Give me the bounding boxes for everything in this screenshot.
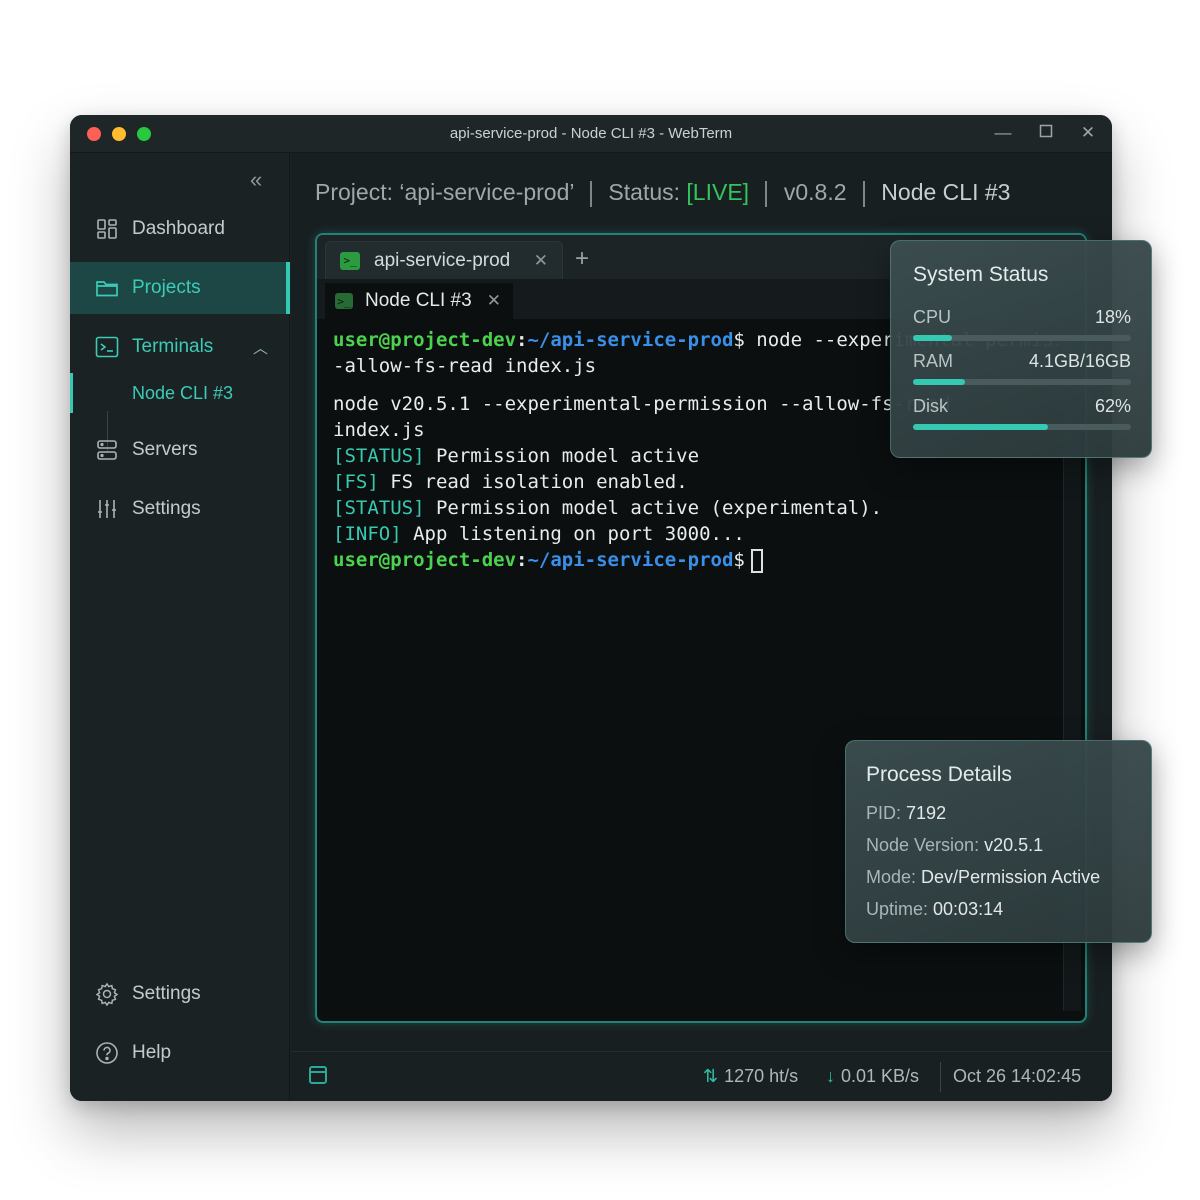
project-label: Project: xyxy=(315,179,393,205)
tab-label: Node CLI #3 xyxy=(365,290,472,311)
download-rate: ↓ 0.01 KB/s xyxy=(826,1066,920,1086)
sidebar-item-terminals[interactable]: Terminals ︿ xyxy=(70,321,290,373)
terminal-icon xyxy=(94,334,120,360)
dashboard-icon xyxy=(94,216,120,242)
uptime-row: Uptime: 00:03:14 xyxy=(866,899,1004,919)
project-header: Project: ‘api-service-prod’ Status: [LIV… xyxy=(315,179,1010,207)
sidebar-item-label: Settings xyxy=(132,983,201,1004)
metric-value: 62% xyxy=(1094,396,1131,416)
window-title: api-service-prod - Node CLI #3 - WebTerm xyxy=(449,125,733,142)
metric-bar xyxy=(913,379,1131,385)
sidebar-item-settings[interactable]: Settings xyxy=(70,483,290,535)
title-bar: api-service-prod - Node CLI #3 - WebTerm… xyxy=(70,115,1112,153)
metric-label: RAM xyxy=(913,351,953,371)
add-tab-icon[interactable]: + xyxy=(575,245,589,273)
tab-label: api-service-prod xyxy=(374,249,511,271)
close-tab-icon[interactable]: ✕ xyxy=(487,291,501,311)
terminal-line: user@project-dev:~/api-service-prod$ xyxy=(333,547,1059,573)
process-details-card: Process Details PID: 7192 Node Version: … xyxy=(845,740,1152,943)
log-tag: [STATUS] xyxy=(333,445,425,467)
datetime: Oct 26 14:02:45 xyxy=(953,1066,1082,1086)
sidebar-item-node-cli-3[interactable]: Node CLI #3 xyxy=(70,373,290,413)
prompt-user: user@project-dev xyxy=(333,549,517,571)
sidebar-item-label: Settings xyxy=(132,498,201,519)
maximize-icon[interactable] xyxy=(1036,123,1056,143)
metric-bar-fill xyxy=(913,335,953,341)
sidebar-item-label: Help xyxy=(132,1042,172,1063)
log-message: Permission model active (experimental). xyxy=(435,497,883,519)
mode-row: Mode: Dev/Permission Active xyxy=(866,867,1101,887)
arrow-down-icon: ↓ xyxy=(826,1066,835,1086)
help-icon xyxy=(94,1040,120,1066)
tab-api-service-prod[interactable]: >_ api-service-prod ✕ xyxy=(325,241,563,279)
log-message: FS read isolation enabled. xyxy=(390,471,688,493)
close-tab-icon[interactable]: ✕ xyxy=(534,251,548,271)
server-icon xyxy=(94,437,120,463)
pid-row: PID: 7192 xyxy=(866,803,947,823)
metric-value: 18% xyxy=(1094,307,1131,327)
sidebar-item-label: Projects xyxy=(132,277,201,298)
sidebar-item-servers[interactable]: Servers xyxy=(70,424,290,476)
prompt-path: ~/api-service-prod xyxy=(527,549,734,571)
sidebar-bottom-help[interactable]: Help xyxy=(70,1027,290,1079)
log-tag: [FS] xyxy=(333,471,379,493)
metric-bar xyxy=(913,424,1131,430)
system-status-card: System Status CPU 18% RAM 4.1GB/16GB Dis… xyxy=(890,240,1152,458)
disk-metric: Disk 62% xyxy=(913,396,1131,430)
status-label: Status: xyxy=(608,179,681,205)
tab-node-cli-3[interactable]: >_ Node CLI #3 ✕ xyxy=(325,283,513,319)
header-divider xyxy=(862,180,865,207)
metric-bar xyxy=(913,335,1131,341)
version-label: v0.8.2 xyxy=(783,179,847,205)
collapse-sidebar-icon[interactable]: « xyxy=(250,167,262,193)
log-tag: [INFO] xyxy=(333,523,402,545)
metric-label: Disk xyxy=(913,396,948,416)
gear-icon xyxy=(94,981,120,1007)
sidebar: « Dashboard Projects Terminals ︿ Node CL… xyxy=(70,153,290,1101)
minimize-icon[interactable]: — xyxy=(993,123,1013,143)
prompt-path: ~/api-service-prod xyxy=(527,329,734,351)
status-divider xyxy=(940,1062,941,1092)
ram-metric: RAM 4.1GB/16GB xyxy=(913,351,1131,385)
sidebar-item-label: Terminals xyxy=(132,336,214,357)
upload-rate: ⇅ 1270 ht/s xyxy=(703,1066,799,1086)
sidebar-bottom-settings[interactable]: Settings xyxy=(70,968,290,1020)
metric-bar-fill xyxy=(913,424,1049,430)
close-icon[interactable]: ✕ xyxy=(1078,123,1098,143)
folder-icon xyxy=(94,275,120,301)
sidebar-item-label: Node CLI #3 xyxy=(132,382,234,403)
window-icon[interactable] xyxy=(309,1066,327,1084)
sidebar-item-dashboard[interactable]: Dashboard xyxy=(70,203,290,255)
metric-bar-fill xyxy=(913,379,966,385)
chevron-up-icon[interactable]: ︿ xyxy=(253,337,268,358)
terminal-line: [STATUS] Permission model active (experi… xyxy=(333,495,1059,521)
project-name: ‘api-service-prod’ xyxy=(399,179,574,205)
log-message: Permission model active xyxy=(435,445,700,467)
cpu-metric: CPU 18% xyxy=(913,307,1131,341)
terminal-cursor xyxy=(750,548,763,573)
terminal-line: [INFO] App listening on port 3000... xyxy=(333,521,1059,547)
cli-label: Node CLI #3 xyxy=(881,179,1011,205)
status-bar: ⇅ 1270 ht/s ↓ 0.01 KB/s Oct 26 14:02:45 xyxy=(291,1051,1112,1101)
process-details-title: Process Details xyxy=(866,763,1012,786)
header-divider xyxy=(590,180,593,207)
metric-label: CPU xyxy=(913,307,952,327)
sidebar-item-projects[interactable]: Projects xyxy=(70,262,290,314)
sidebar-item-label: Servers xyxy=(132,439,198,460)
transfer-arrows-icon: ⇅ xyxy=(703,1066,719,1086)
terminal-line: [FS] FS read isolation enabled. xyxy=(333,469,1059,495)
node-version-row: Node Version: v20.5.1 xyxy=(866,835,1044,855)
header-divider xyxy=(765,180,768,207)
prompt-user: user@project-dev xyxy=(333,329,517,351)
log-message: App listening on port 3000... xyxy=(413,523,745,545)
sidebar-item-label: Dashboard xyxy=(132,218,225,239)
terminal-tab-icon: >_ xyxy=(335,293,353,309)
sliders-icon xyxy=(94,496,120,522)
status-badge: [LIVE] xyxy=(686,179,750,205)
system-status-title: System Status xyxy=(913,263,1049,286)
metric-value: 4.1GB/16GB xyxy=(1028,351,1131,371)
log-tag: [STATUS] xyxy=(333,497,425,519)
terminal-tab-icon: >_ xyxy=(340,251,360,270)
